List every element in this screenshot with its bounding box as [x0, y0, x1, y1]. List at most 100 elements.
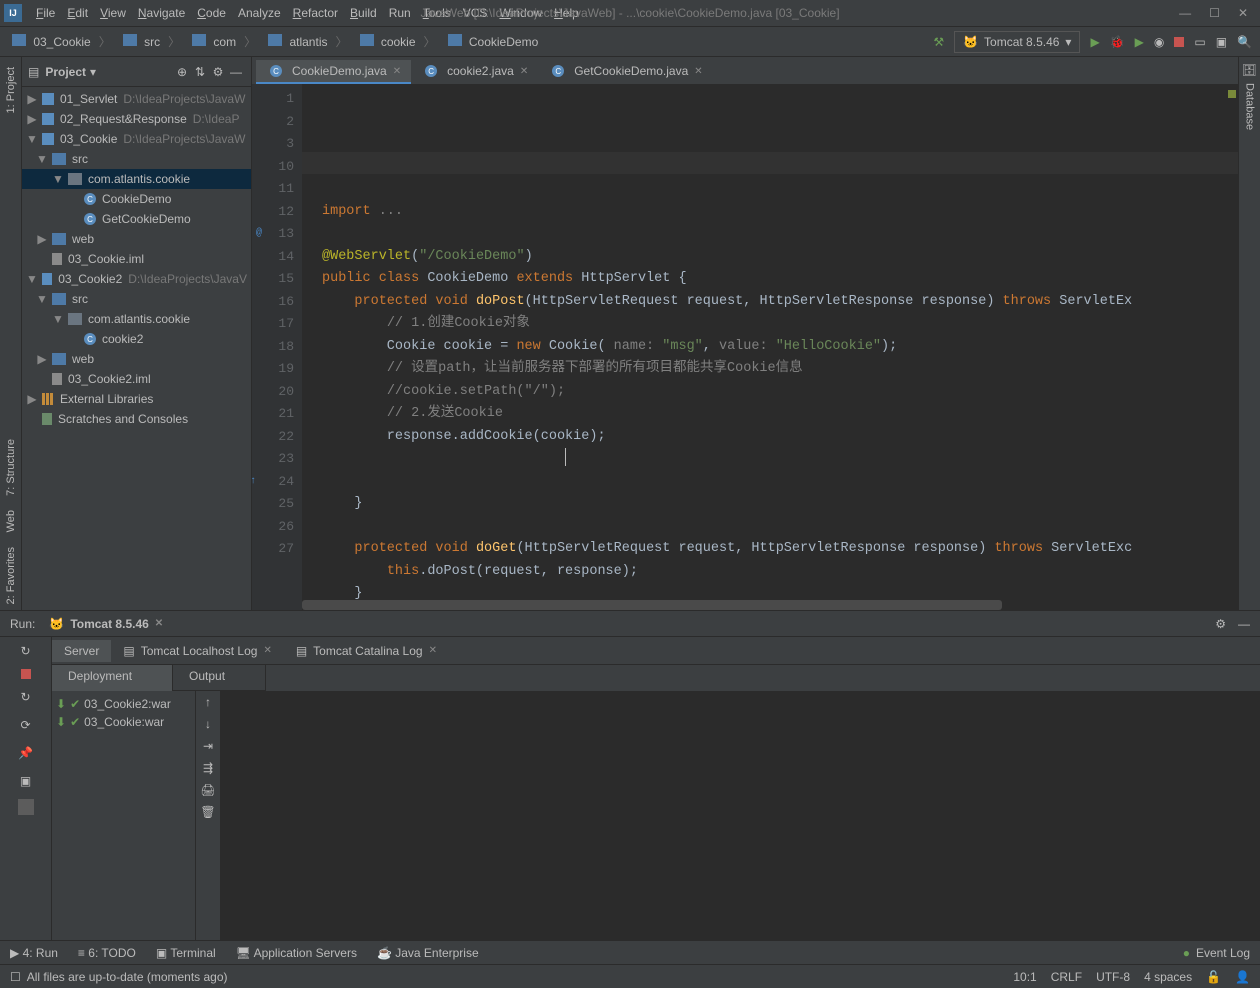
close-icon[interactable]: ✕: [393, 66, 401, 77]
crumb-item[interactable]: CookieDemo: [444, 34, 539, 49]
tree-node[interactable]: ▼03_CookieD:\IdeaProjects\JavaW: [22, 129, 251, 149]
delete-icon[interactable]: 🗑: [200, 805, 215, 819]
pin-icon[interactable]: 📌: [16, 743, 36, 763]
run-tab[interactable]: Server: [52, 640, 111, 662]
menu-navigate[interactable]: Navigate: [132, 4, 191, 22]
search-icon[interactable]: 🔍: [1237, 35, 1252, 49]
tree-node[interactable]: ▶External Libraries: [22, 389, 251, 409]
crumb-item[interactable]: 03_Cookie: [8, 34, 91, 49]
web-tool-button[interactable]: Web: [5, 504, 17, 538]
indent[interactable]: 4 spaces: [1144, 970, 1192, 984]
artifact-item[interactable]: ⬇✔03_Cookie:war: [56, 713, 191, 731]
crumb-item[interactable]: atlantis: [264, 34, 327, 49]
readonly-icon[interactable]: 🔓: [1206, 970, 1221, 984]
menu-view[interactable]: View: [94, 4, 132, 22]
editor-tab[interactable]: CGetCookieDemo.java✕: [538, 60, 712, 84]
encoding[interactable]: UTF-8: [1096, 970, 1130, 984]
debug-icon[interactable]: 🐞: [1110, 35, 1125, 49]
menu-build[interactable]: Build: [344, 4, 383, 22]
update-icon[interactable]: ⟳: [16, 715, 36, 735]
project-tree[interactable]: ▶01_ServletD:\IdeaProjects\JavaW▶02_Requ…: [22, 87, 251, 431]
stop-icon[interactable]: [21, 669, 31, 679]
down-icon[interactable]: ↓: [205, 717, 211, 731]
menu-run[interactable]: Run: [383, 4, 417, 22]
stop-icon[interactable]: [1174, 37, 1184, 47]
structure-tool-button[interactable]: 7: Structure: [5, 433, 17, 502]
tree-node[interactable]: ▼com.atlantis.cookie: [22, 309, 251, 329]
chevron-down-icon[interactable]: ▾: [90, 65, 96, 79]
code-editor[interactable]: package com.atlantis.cookie; import ... …: [302, 84, 1238, 610]
database-tool-button[interactable]: Database: [1244, 77, 1256, 136]
close-icon[interactable]: ✕: [694, 66, 702, 77]
run-icon[interactable]: ▶: [1090, 35, 1099, 49]
minimize-icon[interactable]: —: [1179, 6, 1191, 20]
run-subtab[interactable]: Deployment: [52, 665, 173, 691]
layout2-icon[interactable]: ▣: [1216, 35, 1227, 49]
event-log-button[interactable]: Event Log: [1196, 946, 1250, 960]
run-tab[interactable]: ▤ Tomcat Localhost Log ✕: [111, 640, 283, 662]
gutter[interactable]: 123101112●↑ @1314151617181920212223●↑242…: [252, 84, 302, 610]
menu-edit[interactable]: Edit: [61, 4, 94, 22]
tree-node[interactable]: ▼src: [22, 289, 251, 309]
close-icon[interactable]: ✕: [520, 66, 528, 77]
close-icon[interactable]: ✕: [1238, 6, 1248, 20]
menu-refactor[interactable]: Refactor: [287, 4, 344, 22]
maximize-icon[interactable]: ☐: [1209, 6, 1220, 20]
todo-tool-button[interactable]: ≡ 6: TODO: [78, 946, 136, 960]
horizontal-scrollbar[interactable]: [302, 600, 1002, 610]
print-icon[interactable]: 🖨: [200, 783, 215, 797]
javaee-tool-button[interactable]: ☕ Java Enterprise: [377, 946, 479, 960]
project-tool-button[interactable]: 1: Project: [5, 61, 17, 119]
run-config-selector[interactable]: 🐱 Tomcat 8.5.46 ▾: [954, 31, 1080, 53]
gear-icon[interactable]: ⚙: [209, 63, 227, 81]
tree-node[interactable]: 03_Cookie.iml: [22, 249, 251, 269]
crumb-item[interactable]: cookie: [356, 34, 416, 49]
artifact-icon[interactable]: [18, 799, 34, 815]
crumb-item[interactable]: src: [119, 34, 160, 49]
hide-icon[interactable]: —: [227, 63, 245, 81]
crumb-item[interactable]: com: [188, 34, 236, 49]
tree-node[interactable]: ▶02_Request&ResponseD:\IdeaP: [22, 109, 251, 129]
menu-analyze[interactable]: Analyze: [232, 4, 287, 22]
tree-node[interactable]: Scratches and Consoles: [22, 409, 251, 429]
tree-node[interactable]: Ccookie2: [22, 329, 251, 349]
tree-node[interactable]: ▼src: [22, 149, 251, 169]
menu-file[interactable]: File: [30, 4, 61, 22]
rerun-icon[interactable]: ↻: [16, 641, 36, 661]
layout-icon[interactable]: ▭: [1194, 35, 1205, 49]
up-icon[interactable]: ↑: [205, 695, 211, 709]
editor-tab[interactable]: Ccookie2.java✕: [411, 60, 538, 84]
deploy-icon[interactable]: ⇥: [203, 739, 213, 753]
terminal-tool-button[interactable]: ▣ Terminal: [156, 946, 216, 960]
tree-node[interactable]: ▶web: [22, 229, 251, 249]
tree-node[interactable]: ▼03_Cookie2D:\IdeaProjects\JavaV: [22, 269, 251, 289]
profile-icon[interactable]: ◉: [1154, 35, 1164, 49]
caret-position[interactable]: 10:1: [1013, 970, 1036, 984]
tree-node[interactable]: ▶01_ServletD:\IdeaProjects\JavaW: [22, 89, 251, 109]
tree-node[interactable]: ▶web: [22, 349, 251, 369]
close-icon[interactable]: ✕: [155, 618, 163, 629]
run-subtab[interactable]: Output: [173, 665, 266, 691]
gear-icon[interactable]: ⚙: [1215, 617, 1226, 631]
appservers-tool-button[interactable]: 🖥 Application Servers: [236, 946, 357, 960]
coverage-icon[interactable]: ▶: [1135, 35, 1144, 49]
run-tab[interactable]: ▤ Tomcat Catalina Log ✕: [284, 640, 449, 662]
status-icon[interactable]: ☐: [10, 970, 21, 984]
locate-icon[interactable]: ⊕: [173, 63, 191, 81]
deployment-tree[interactable]: ⬇✔03_Cookie2:war ⬇✔03_Cookie:war: [52, 691, 196, 940]
menu-code[interactable]: Code: [191, 4, 232, 22]
restart-icon[interactable]: ↻: [16, 687, 36, 707]
hide-icon[interactable]: —: [1238, 617, 1250, 631]
dump-icon[interactable]: ▣: [16, 771, 36, 791]
editor-tab[interactable]: CCookieDemo.java✕: [256, 60, 411, 84]
tree-node[interactable]: CGetCookieDemo: [22, 209, 251, 229]
artifact-item[interactable]: ⬇✔03_Cookie2:war: [56, 695, 191, 713]
inspections-icon[interactable]: 👤: [1235, 970, 1250, 984]
breadcrumb[interactable]: 03_Cookie〉 src〉 com〉 atlantis〉 cookie〉 C…: [8, 33, 538, 50]
deploy-all-icon[interactable]: ⇶: [203, 761, 213, 775]
run-output[interactable]: [220, 691, 1260, 940]
expand-icon[interactable]: ⇅: [191, 63, 209, 81]
run-tool-button[interactable]: ▶ 4: Run: [10, 946, 58, 960]
favorites-tool-button[interactable]: 2: Favorites: [5, 541, 17, 610]
line-separator[interactable]: CRLF: [1051, 970, 1082, 984]
